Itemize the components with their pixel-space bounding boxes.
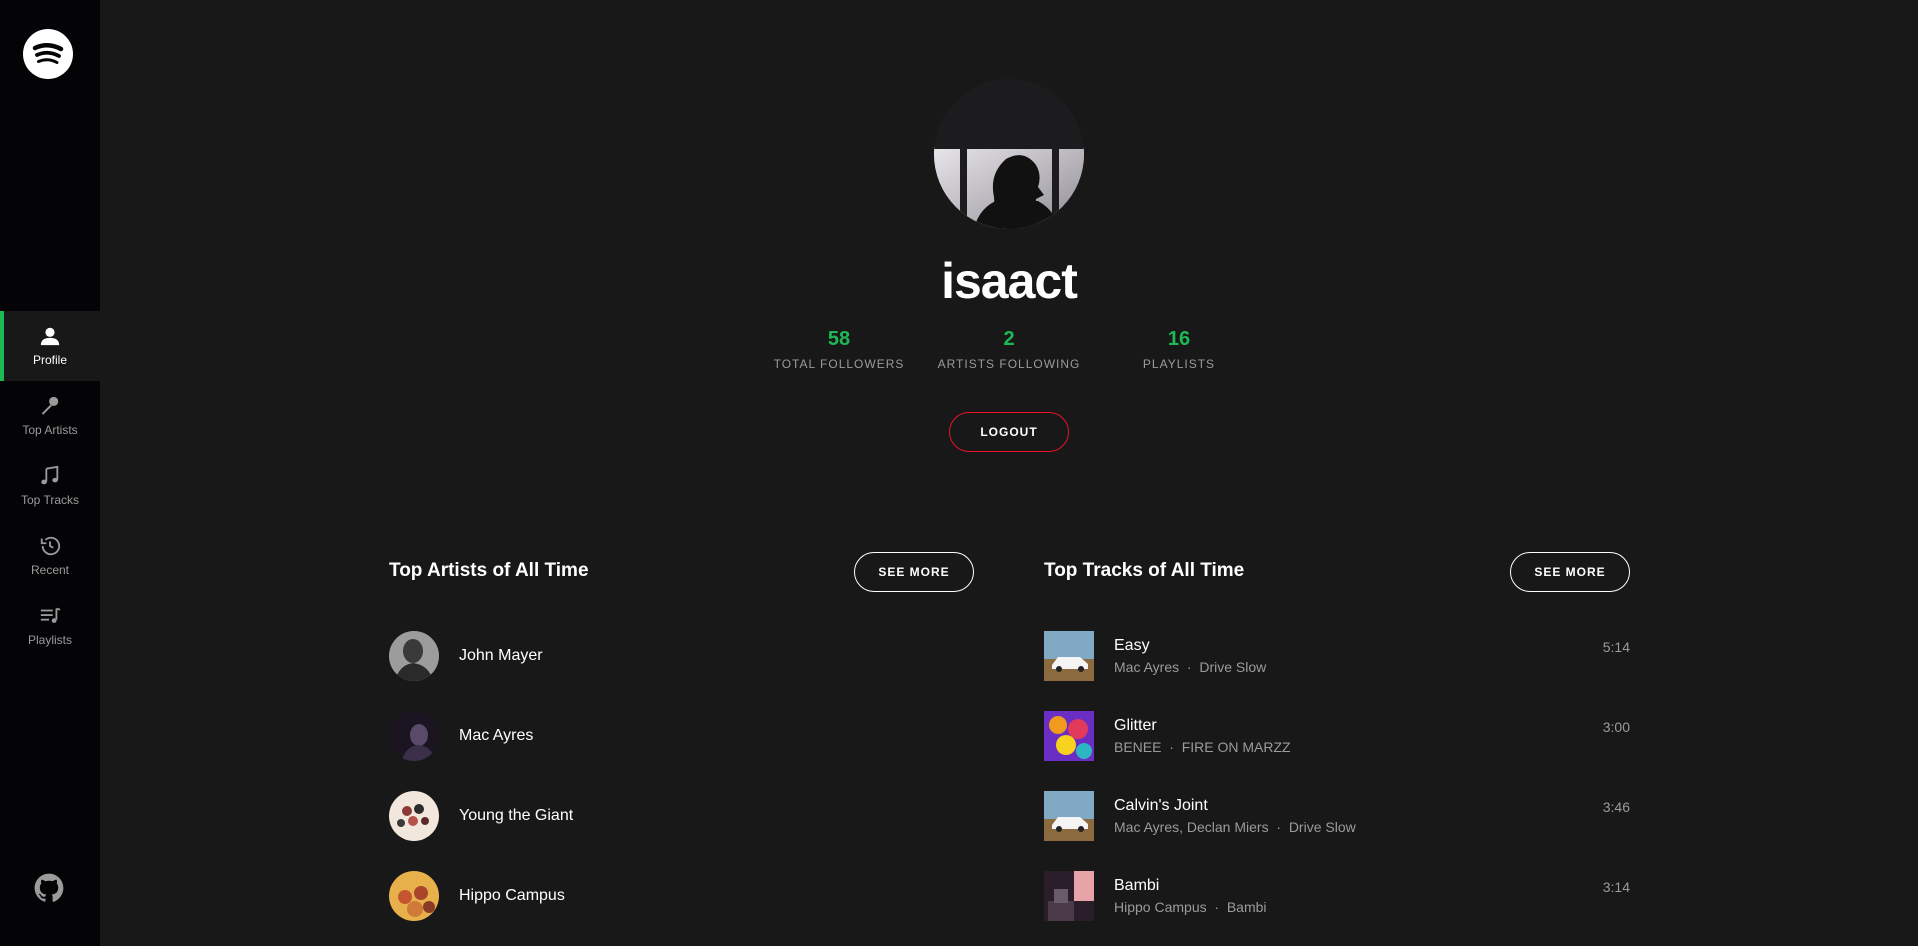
track-duration: 3:46	[1602, 799, 1630, 815]
list-item[interactable]: Hippo Campus	[389, 871, 565, 921]
list-item[interactable]: Young the Giant	[389, 791, 573, 841]
sidebar-item-label: Profile	[32, 353, 67, 367]
track-name: Glitter	[1114, 717, 1157, 734]
artist-image	[389, 791, 439, 841]
github-icon[interactable]	[34, 873, 64, 903]
track-info: Calvin's Joint Mac Ayres, Declan Miers ·…	[1114, 791, 1603, 835]
top-artists-see-more-button[interactable]: SEE MORE	[854, 552, 974, 592]
track-album: Bambi	[1226, 899, 1267, 915]
stat-label: Total Followers	[773, 357, 905, 371]
main-content: isaact 58 Total Followers 2 Artists Foll…	[100, 0, 1918, 946]
stat-following: 2 Artists Following	[924, 328, 1094, 371]
logout-button[interactable]: LOGOUT	[949, 412, 1069, 452]
track-meta: Mac Ayres · Drive Slow	[1114, 659, 1603, 675]
sidebar-item-label: Top Artists	[22, 423, 78, 437]
track-artist: Mac Ayres	[1114, 659, 1180, 675]
meta-separator: ·	[1186, 659, 1192, 675]
profile-stats: 58 Total Followers 2 Artists Following 1…	[754, 328, 1264, 371]
artist-name: Mac Ayres	[459, 727, 534, 744]
track-row[interactable]: Easy Mac Ayres · Drive Slow 5:14	[1044, 631, 1630, 681]
artist-name: Young the Giant	[459, 807, 574, 824]
top-tracks-see-more-button[interactable]: SEE MORE	[1510, 552, 1630, 592]
stat-value: 16	[1167, 328, 1191, 350]
artist-image	[389, 711, 439, 761]
sidebar: Profile Top Artists Top Tracks Recent Pl…	[0, 0, 100, 946]
profile-username: isaact	[941, 253, 1078, 309]
sidebar-item-playlists[interactable]: Playlists	[0, 591, 100, 661]
stat-followers: 58 Total Followers	[754, 328, 924, 371]
track-row[interactable]: Glitter BENEE · FIRE ON MARZZ 3:00	[1044, 711, 1630, 761]
sidebar-item-top-artists[interactable]: Top Artists	[0, 381, 100, 451]
avatar	[934, 79, 1084, 229]
list-item[interactable]: Mac Ayres	[389, 711, 533, 761]
meta-separator: ·	[1169, 739, 1174, 755]
sidebar-nav: Profile Top Artists Top Tracks Recent Pl…	[0, 311, 100, 661]
track-row[interactable]: Bambi Hippo Campus · Bambi 3:14	[1044, 871, 1630, 921]
stat-label: Artists Following	[937, 357, 1081, 371]
track-info: Glitter BENEE · FIRE ON MARZZ	[1114, 711, 1603, 755]
meta-separator: ·	[1214, 899, 1220, 915]
artist-name: John Mayer	[459, 647, 543, 664]
meta-separator: ·	[1276, 819, 1282, 835]
track-album: Drive Slow	[1288, 819, 1356, 835]
track-duration: 3:00	[1602, 719, 1630, 735]
track-artist: BENEE	[1114, 739, 1162, 755]
stat-value: 2	[1003, 328, 1015, 350]
sidebar-item-label: Top Tracks	[20, 493, 80, 507]
artist-image	[389, 631, 439, 681]
track-info: Easy Mac Ayres · Drive Slow	[1114, 631, 1603, 675]
list-item[interactable]: John Mayer	[389, 631, 543, 681]
album-art	[1044, 711, 1094, 761]
track-artist: Hippo Campus	[1114, 899, 1207, 915]
spotify-logo-icon[interactable]	[23, 29, 73, 79]
user-icon	[40, 327, 60, 346]
top-tracks-title: Top Tracks of All Time	[1044, 560, 1245, 581]
playlist-icon	[40, 607, 61, 623]
track-album: FIRE ON MARZZ	[1181, 739, 1291, 755]
music-note-icon	[41, 465, 59, 485]
track-duration: 3:14	[1602, 879, 1630, 895]
track-row[interactable]: Calvin's Joint Mac Ayres, Declan Miers ·…	[1044, 791, 1630, 841]
top-artists-title: Top Artists of All Time	[389, 560, 589, 581]
track-name: Calvin's Joint	[1114, 797, 1208, 814]
microphone-icon	[41, 396, 59, 415]
stat-playlists: 16 Playlists	[1094, 328, 1264, 371]
sidebar-item-label: Recent	[30, 563, 70, 577]
album-art	[1044, 871, 1094, 921]
sidebar-item-label: Playlists	[27, 633, 72, 647]
history-icon	[40, 536, 61, 556]
track-info: Bambi Hippo Campus · Bambi	[1114, 871, 1603, 915]
album-art	[1044, 631, 1094, 681]
track-meta: BENEE · FIRE ON MARZZ	[1114, 739, 1603, 755]
sidebar-item-profile[interactable]: Profile	[0, 311, 100, 381]
track-artist: Mac Ayres, Declan Miers	[1114, 819, 1269, 835]
track-name: Easy	[1114, 637, 1150, 654]
sidebar-item-recent[interactable]: Recent	[0, 521, 100, 591]
track-meta: Hippo Campus · Bambi	[1114, 899, 1603, 915]
stat-value: 58	[827, 328, 851, 350]
track-meta: Mac Ayres, Declan Miers · Drive Slow	[1114, 819, 1603, 835]
track-duration: 5:14	[1602, 639, 1630, 655]
artist-name: Hippo Campus	[459, 887, 565, 904]
artist-image	[389, 871, 439, 921]
sidebar-item-top-tracks[interactable]: Top Tracks	[0, 451, 100, 521]
track-name: Bambi	[1114, 877, 1160, 894]
stat-label: Playlists	[1142, 357, 1216, 371]
album-art	[1044, 791, 1094, 841]
track-album: Drive Slow	[1199, 659, 1267, 675]
